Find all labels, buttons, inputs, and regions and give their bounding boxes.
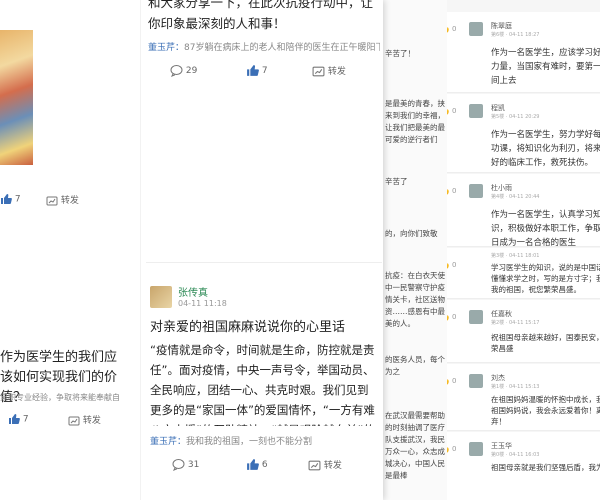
post-card-top[interactable]: 和大家分享一下，在此次抗疫行动中，让你印象最深刻的人和事！ 董玉芹：87岁躺在病…: [146, 0, 382, 90]
share-icon: [68, 416, 80, 425]
like-button[interactable]: 7: [8, 413, 29, 425]
post-illustration: [0, 30, 33, 165]
comment-button[interactable]: 31: [172, 458, 199, 471]
comment-text: 辛苦了: [385, 177, 408, 186]
top-comment-text: 我和我的祖国，一刻也不能分割: [186, 437, 313, 447]
post-title[interactable]: 对亲爱的祖国麻麻说说你的心里话: [150, 318, 382, 338]
comment-author: 刘杰: [491, 374, 505, 382]
comment-item: 👍 0 杜小雨 第4楼 · 04-11 20:44 作为一名医学生，认真学习知识…: [439, 174, 600, 247]
comment-list-panel: 👍 0 陈翠庭 第6楼 · 04-11 18:27 作为一名医学生，应该学习好的…: [438, 0, 600, 500]
comment-author: 程凯: [491, 104, 505, 112]
comment-text: 祖国母亲就是我们坚强后盾，我为: [491, 463, 600, 472]
post-body: “疫情就是命令，时间就是生命，防控就是责任”。面对疫情，中央一声号令，举国动员、…: [150, 343, 375, 426]
comment-item: 👍 0 陈翠庭 第6楼 · 04-11 18:27 作为一名医学生，应该学习好的…: [439, 12, 600, 93]
comment-text: 祝祖国母亲越来越好，国泰民安，繁荣昌盛: [491, 333, 600, 353]
comment-text: 的医务人员，每个为之: [385, 355, 445, 376]
comment-item: 👍 0 任嘉秋 第2楼 · 04-11 15:17 祝祖国母亲越来越好，国泰民安…: [439, 300, 600, 363]
avatar: [469, 374, 483, 388]
comment-author-link[interactable]: 董玉芹：: [148, 43, 184, 53]
post-card[interactable]: 张传真 04-11 11:18 对亲爱的祖国麻麻说说你的心里话 “疫情就是命令，…: [146, 276, 382, 500]
avatar: [469, 442, 483, 456]
avatar: [469, 310, 483, 324]
comment-author: 陈翠庭: [491, 22, 512, 30]
share-button[interactable]: 转发: [308, 458, 342, 472]
author-name[interactable]: 张传真: [178, 284, 208, 299]
share-icon: [312, 66, 325, 77]
share-button[interactable]: 转发: [46, 193, 79, 207]
feed-screen: 7 转发 作为医学生的我们应该如何实现我们的价值？ 累积专业经验，争取将来能奉献…: [0, 0, 383, 500]
comment-bubble-icon: [172, 459, 185, 471]
comment-text: 在武汉最需要帮助的时刻抽调了医疗队支援武汉，我民万众一心，众志成城决心，中国人民…: [385, 411, 445, 480]
thumbs-up-icon: [9, 414, 20, 424]
comment-text: 在祖国妈妈温暖的怀抱中成长，我对祖国妈妈说，我会永远爱着你！离不弃！: [491, 395, 600, 426]
comment-meta: 第3楼 · 04-11 18:01: [491, 253, 540, 259]
comment-bubble-icon: [170, 65, 183, 77]
thumbs-up-icon: [247, 65, 259, 76]
comment-text: 辛苦了！: [385, 49, 415, 58]
comment-item: 👍 0 刘杰 第1楼 · 04-11 15:13 在祖国妈妈温暖的怀抱中成长，我…: [439, 364, 600, 431]
comment-text: 作为一名医学生，应该学习好的力量，当国家有难时，要第一时间上去: [491, 48, 600, 86]
comment-meta: 第0楼 · 04-11 16:03: [491, 452, 540, 458]
comment-text: 是最美的青春，挟来到我们的幸福，让我们把最美的最可爱的逆行者们: [385, 99, 445, 144]
top-comment-text: 87岁躺在病床上的老人和陪伴的医生在正午暖阳下: [184, 43, 380, 53]
like-button[interactable]: 7: [0, 193, 21, 205]
post-excerpt: 累积专业经验，争取将来能奉献自: [0, 393, 120, 402]
thumbs-up-icon: [1, 194, 12, 204]
comment-text: 的，向你们致敬: [385, 229, 438, 238]
avatar: [469, 184, 483, 198]
comment-item: 👍 0 王玉华 第0楼 · 04-11 16:03 祖国母亲就是我们坚强后盾，我…: [439, 432, 600, 500]
comment-author: 王玉华: [491, 442, 512, 450]
share-icon: [308, 460, 321, 471]
share-button[interactable]: 转发: [312, 64, 346, 78]
comment-text: 作为一名医学生，努力学好每门功课，将知识化为利刃，将来更好的临床工作，救死扶伤。: [491, 130, 600, 168]
post-timestamp: 04-11 11:18: [178, 299, 227, 308]
comment-meta: 第4楼 · 04-11 20:44: [491, 194, 540, 200]
comment-text: 作为一名医学生，认真学习知识，积极做好本职工作，争取早日成为一名合格的医生: [491, 210, 600, 247]
comment-author: 任嘉秋: [491, 310, 512, 318]
comment-author-link[interactable]: 董玉芹：: [150, 437, 186, 447]
post-card-left[interactable]: 作为医学生的我们应该如何实现我们的价值？ 累积专业经验，争取将来能奉献自 7 转…: [0, 320, 130, 500]
comment-text: 抗疫：在白衣天使中一民警察守护疫情关卡，社区送物资……感恩有中最美的人。: [385, 271, 445, 328]
comment-meta: 第6楼 · 04-11 18:27: [491, 32, 540, 38]
thumbs-up-icon: [247, 459, 259, 470]
avatar: [469, 22, 483, 36]
comment-meta: 第2楼 · 04-11 15:17: [491, 320, 540, 326]
like-button[interactable]: 7: [246, 64, 268, 77]
share-icon: [46, 196, 58, 205]
post-excerpt: 和大家分享一下，在此次抗疫行动中，让你印象最深刻的人和事！: [148, 0, 374, 31]
comment-button[interactable]: 29: [170, 64, 197, 77]
avatar: [469, 104, 483, 118]
share-button[interactable]: 转发: [68, 413, 101, 427]
comment-text: 学习医学生的知识，说的是中国话；懂懂求学之时，写的是方寸字；我爱我的祖国，祝您繁…: [491, 263, 600, 294]
author-avatar[interactable]: [150, 286, 172, 308]
comment-meta: 第1楼 · 04-11 15:13: [491, 384, 540, 390]
comment-author: 杜小雨: [491, 184, 512, 192]
comment-item: 👍 0 第3楼 · 04-11 18:01 学习医学生的知识，说的是中国话；懂懂…: [439, 248, 600, 299]
comment-item: 👍 0 程凯 第5楼 · 04-11 20:29 作为一名医学生，努力学好每门功…: [439, 94, 600, 173]
like-button[interactable]: 6: [246, 458, 268, 471]
comment-meta: 第5楼 · 04-11 20:29: [491, 114, 540, 120]
